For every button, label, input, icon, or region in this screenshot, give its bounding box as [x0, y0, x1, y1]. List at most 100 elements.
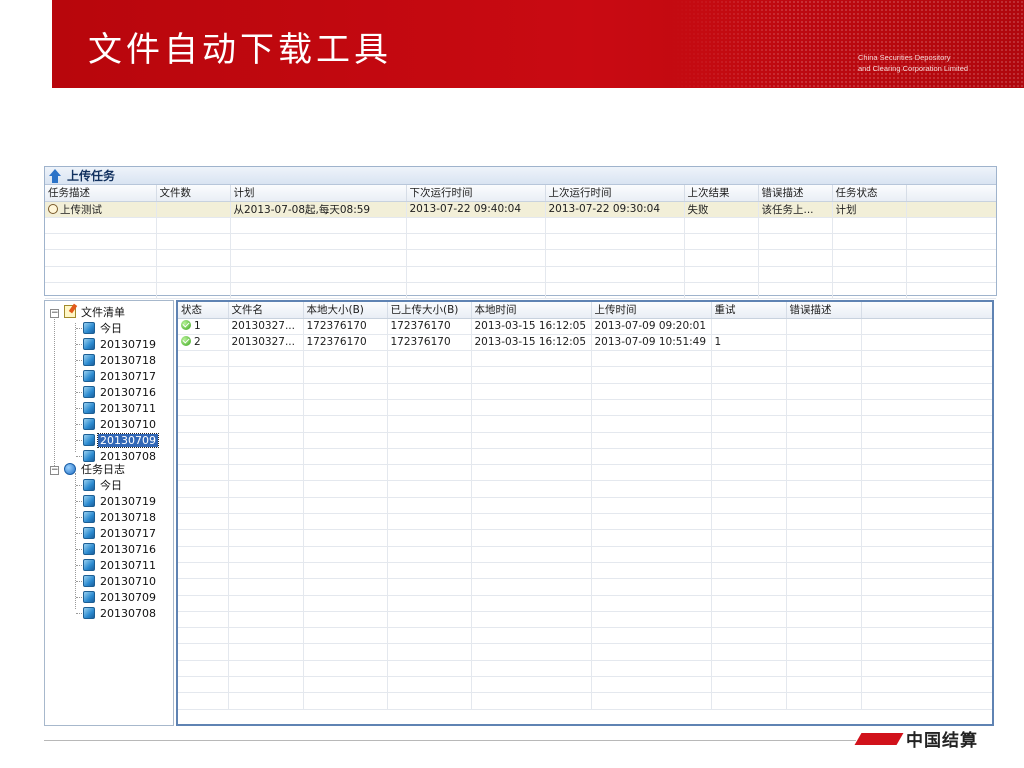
table-row[interactable] — [45, 217, 996, 235]
column-header[interactable]: 本地大小(B) — [303, 302, 388, 319]
table-row[interactable] — [45, 233, 996, 251]
table-row[interactable] — [178, 529, 992, 547]
notes-icon — [64, 305, 76, 318]
upload-task-header-row: 任务描述 文件数 计划 下次运行时间 上次运行时间 上次结果 错误描述 任务状态 — [45, 185, 996, 202]
book-icon — [83, 338, 95, 350]
table-cell: 计划 — [832, 201, 907, 218]
table-row[interactable] — [45, 249, 996, 267]
book-icon — [83, 434, 95, 446]
column-header[interactable]: 计划 — [230, 185, 407, 202]
table-row[interactable] — [178, 415, 992, 433]
table-cell: 2013-03-15 16:12:05 — [471, 318, 592, 335]
tree-item[interactable]: 20130708 — [83, 606, 158, 621]
app-window: { "banner": { "title": "文件自动下载工具", "org_… — [0, 0, 1024, 768]
table-row[interactable] — [178, 399, 992, 417]
column-header[interactable]: 状态 — [178, 302, 229, 319]
table-cell — [861, 318, 992, 335]
ok-check-icon — [181, 336, 191, 347]
table-row[interactable] — [178, 350, 992, 368]
table-cell — [786, 318, 862, 335]
table-cell: 该任务上... — [758, 201, 833, 218]
book-icon — [83, 607, 95, 619]
table-cell: 2013-07-22 09:40:04 — [406, 201, 546, 218]
header-banner: 文件自动下载工具 China Securities Depository and… — [52, 0, 1024, 88]
table-row[interactable] — [45, 266, 996, 283]
column-header[interactable]: 上传时间 — [591, 302, 712, 319]
table-row[interactable] — [178, 480, 992, 498]
table-row[interactable]: 1 20130327... 172376170 172376170 2013-0… — [178, 318, 992, 335]
column-header[interactable]: 任务状态 — [832, 185, 907, 202]
table-row[interactable] — [45, 282, 996, 300]
book-icon — [83, 370, 95, 382]
column-header[interactable] — [906, 185, 996, 202]
table-row[interactable] — [178, 692, 992, 710]
tree-item[interactable]: 20130719 — [83, 337, 158, 352]
tree-item-selected[interactable]: 20130709 — [83, 433, 159, 448]
table-row[interactable] — [178, 464, 992, 482]
table-row[interactable]: 上传测试 从2013-07-08起,每天08:59 2013-07-22 09:… — [45, 201, 996, 218]
column-header[interactable]: 任务描述 — [45, 185, 157, 202]
tree-item[interactable]: 20130719 — [83, 494, 158, 509]
table-row[interactable] — [178, 448, 992, 466]
upload-task-panel: 上传任务 任务描述 文件数 计划 下次运行时间 上次运行时间 上次结果 错误描述… — [44, 166, 997, 300]
table-cell: 1 — [711, 334, 787, 352]
tree-item[interactable]: 20130716 — [83, 542, 158, 557]
table-row[interactable]: 2 20130327... 172376170 172376170 2013-0… — [178, 334, 992, 352]
tree-item[interactable]: 20130716 — [83, 385, 158, 400]
tree-item[interactable]: 20130711 — [83, 558, 158, 573]
tree-item[interactable]: 今日 — [83, 321, 124, 336]
tree-item[interactable]: 20130717 — [83, 526, 158, 541]
tree-item[interactable]: 今日 — [83, 478, 124, 493]
column-header[interactable]: 本地时间 — [471, 302, 592, 319]
collapse-toggle[interactable]: − — [50, 309, 59, 318]
tree-node-task-log[interactable]: 任务日志 — [64, 462, 127, 477]
collapse-toggle[interactable]: − — [50, 466, 59, 475]
column-header[interactable]: 重试 — [711, 302, 787, 319]
tree-item[interactable]: 20130717 — [83, 369, 158, 384]
column-header[interactable]: 下次运行时间 — [406, 185, 546, 202]
table-row[interactable] — [178, 660, 992, 678]
table-row[interactable] — [178, 627, 992, 645]
column-header[interactable]: 上次结果 — [684, 185, 759, 202]
table-row[interactable] — [178, 383, 992, 400]
table-row[interactable] — [178, 578, 992, 596]
column-header[interactable]: 错误描述 — [758, 185, 833, 202]
tree-item[interactable]: 20130710 — [83, 417, 158, 432]
column-header[interactable]: 上次运行时间 — [545, 185, 685, 202]
book-icon — [83, 354, 95, 366]
upload-task-table: 任务描述 文件数 计划 下次运行时间 上次运行时间 上次结果 错误描述 任务状态… — [45, 185, 996, 300]
table-cell: 失败 — [684, 201, 759, 218]
table-cell: 2013-03-15 16:12:05 — [471, 334, 592, 352]
tree-view[interactable]: − 文件清单 今日 20130719 20130718 20130717 201… — [44, 300, 174, 726]
clock-icon — [48, 203, 58, 214]
table-cell: 20130327... — [228, 318, 304, 335]
table-row[interactable] — [178, 432, 992, 449]
up-arrow-icon — [49, 168, 61, 183]
upload-task-header: 上传任务 — [45, 167, 996, 185]
tree-node-file-list[interactable]: 文件清单 — [64, 305, 127, 320]
table-row[interactable] — [178, 513, 992, 531]
column-header[interactable]: 文件数 — [156, 185, 231, 202]
table-row[interactable] — [178, 643, 992, 661]
table-row[interactable] — [178, 562, 992, 580]
book-icon — [83, 511, 95, 523]
column-header[interactable]: 已上传大小(B) — [387, 302, 472, 319]
tree-item[interactable]: 20130710 — [83, 574, 158, 589]
table-cell — [711, 318, 787, 335]
tree-item[interactable]: 20130711 — [83, 401, 158, 416]
column-header[interactable]: 错误描述 — [786, 302, 862, 319]
tree-item[interactable]: 20130709 — [83, 590, 158, 605]
tree-item[interactable]: 20130718 — [83, 353, 158, 368]
table-cell: 2013-07-09 09:20:01 — [591, 318, 712, 335]
table-row[interactable] — [178, 676, 992, 694]
table-row[interactable] — [178, 611, 992, 629]
tree-item[interactable]: 20130718 — [83, 510, 158, 525]
column-header[interactable]: 文件名 — [228, 302, 304, 319]
column-header[interactable] — [861, 302, 992, 319]
footer-divider — [44, 740, 856, 741]
book-icon — [83, 418, 95, 430]
table-row[interactable] — [178, 497, 992, 515]
table-row[interactable] — [178, 366, 992, 384]
table-row[interactable] — [178, 546, 992, 563]
table-row[interactable] — [178, 595, 992, 612]
